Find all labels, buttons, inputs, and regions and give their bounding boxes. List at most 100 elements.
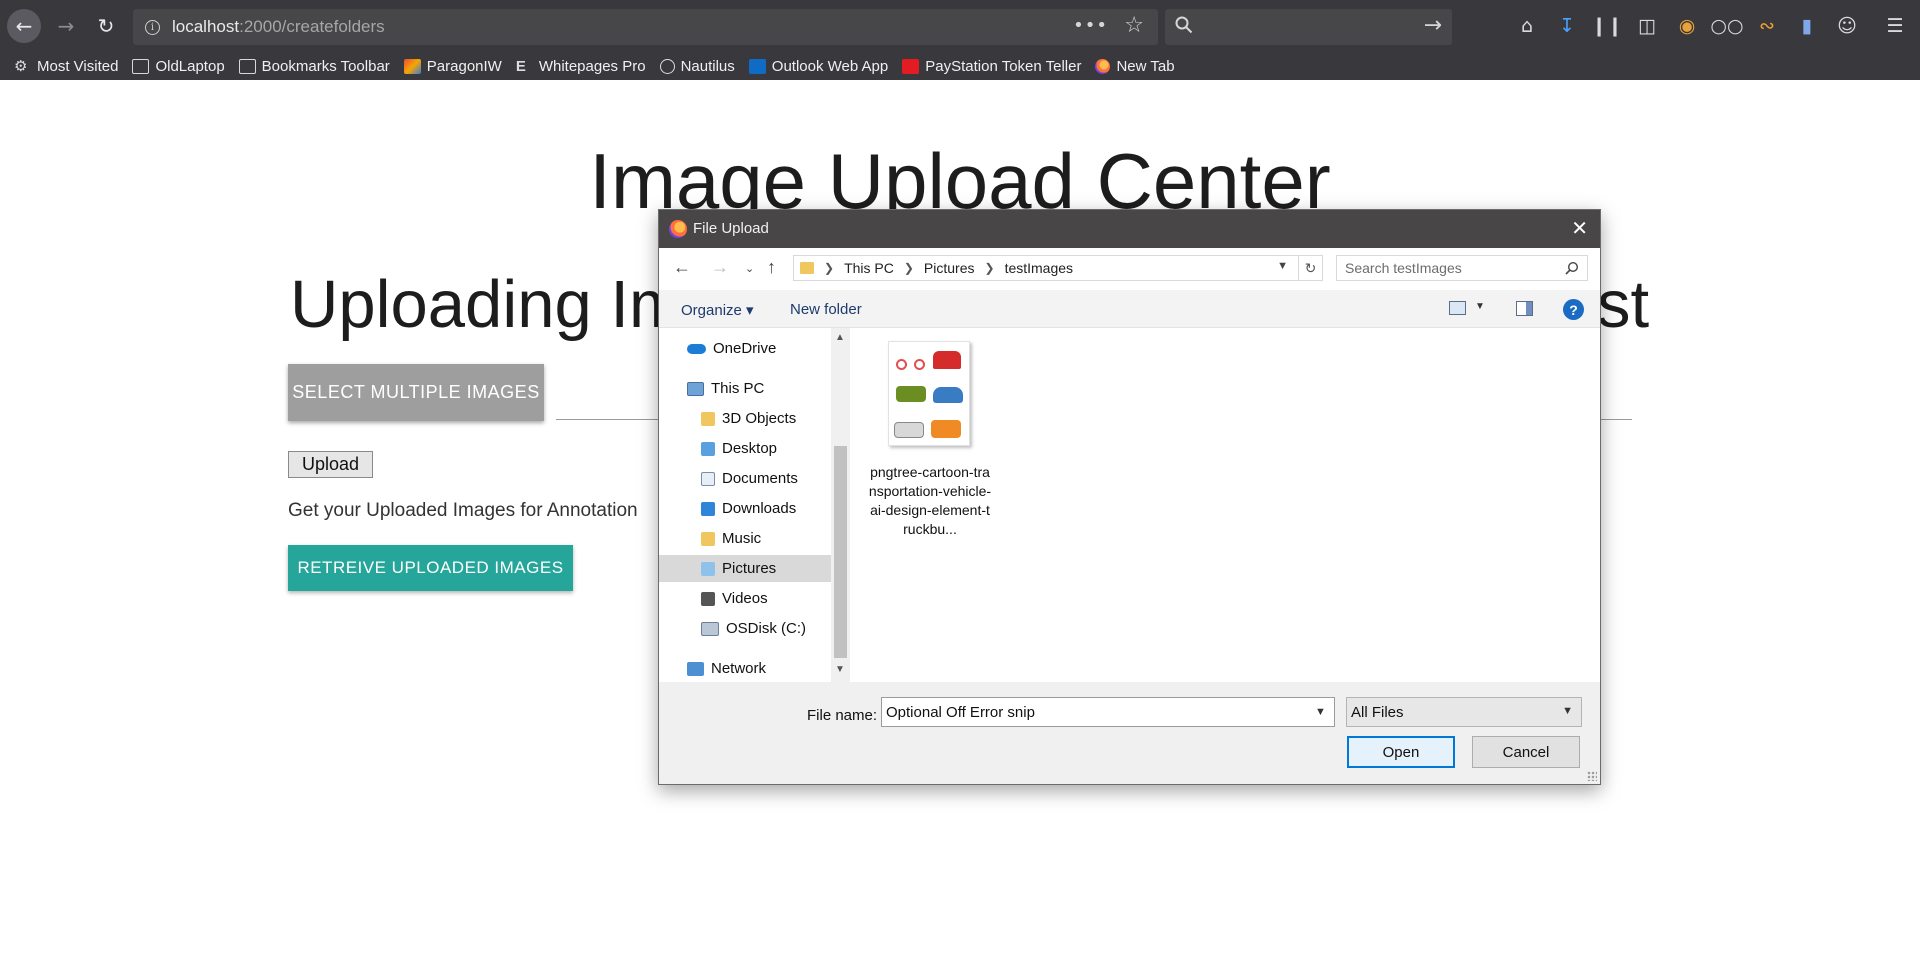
chevron-down-icon[interactable]: ▼: [835, 664, 845, 675]
search-placeholder: Search testImages: [1345, 260, 1462, 276]
retrieve-uploaded-images-button[interactable]: RETREIVE UPLOADED IMAGES: [288, 545, 573, 591]
preview-pane-icon[interactable]: [1516, 301, 1533, 316]
bookmark-most-visited[interactable]: ⚙ Most Visited: [14, 58, 118, 75]
select-multiple-images-button[interactable]: SELECT MULTIPLE IMAGES: [288, 364, 544, 421]
music-folder-icon: [701, 531, 715, 546]
tuktuk-icon: [933, 351, 961, 369]
breadcrumb-testimages[interactable]: testImages: [1005, 260, 1073, 276]
site-info-icon[interactable]: i: [145, 19, 160, 35]
breadcrumb[interactable]: ❯ This PC ❯ Pictures ❯ testImages ▼ ↻: [793, 255, 1323, 281]
url-bar[interactable]: i localhost:2000/createfolders ••• ☆: [133, 9, 1158, 45]
network-icon: [687, 661, 704, 676]
close-icon[interactable]: ✕: [1571, 216, 1588, 241]
back-arrow-icon[interactable]: ←: [673, 257, 691, 278]
url-text[interactable]: localhost:2000/createfolders: [172, 17, 385, 37]
search-go-icon[interactable]: →: [1424, 13, 1442, 38]
menu-hamburger-icon[interactable]: ☰: [1882, 13, 1908, 39]
chevron-right-icon: ❯: [984, 261, 995, 275]
chevron-down-icon[interactable]: ▼: [1315, 706, 1326, 718]
sidebar-icon[interactable]: ◫: [1634, 13, 1660, 39]
nav-item-pictures[interactable]: Pictures: [659, 555, 831, 582]
amazon-icon[interactable]: ∾: [1754, 13, 1780, 39]
bookmark-paystation-token-teller[interactable]: PayStation Token Teller: [902, 58, 1081, 75]
nav-item-documents[interactable]: Documents: [701, 465, 798, 492]
dialog-address-bar: ← → ⌄ ↑ ❯ This PC ❯ Pictures ❯ testImage…: [659, 248, 1600, 290]
chevron-down-icon[interactable]: ▼: [1277, 260, 1288, 272]
account-icon[interactable]: ☺: [1834, 13, 1860, 39]
breadcrumb-this-pc[interactable]: This PC: [844, 260, 894, 276]
bookmark-extension-icon[interactable]: ▮: [1794, 13, 1820, 39]
cancel-button[interactable]: Cancel: [1472, 736, 1580, 768]
paystation-logo-icon: [902, 58, 920, 74]
videos-folder-icon: [701, 591, 715, 606]
refresh-icon[interactable]: ↻: [1298, 256, 1322, 280]
bookmark-paragoniw[interactable]: ParagonIW: [403, 58, 502, 75]
breadcrumb-pictures[interactable]: Pictures: [924, 260, 975, 276]
nav-item-videos[interactable]: Videos: [701, 585, 768, 612]
nav-item-osdisk[interactable]: OSDisk (C:): [701, 615, 806, 642]
resize-grip-icon[interactable]: [1587, 771, 1597, 781]
file-name-field-label: File name:: [807, 707, 878, 724]
bookmark-outlook-web-app[interactable]: Outlook Web App: [748, 58, 888, 75]
desktop-folder-icon: [701, 441, 715, 456]
bookmark-star-icon[interactable]: ☆: [1124, 13, 1144, 38]
reload-button[interactable]: ↻: [89, 9, 123, 43]
bookmark-whitepages-pro[interactable]: E Whitepages Pro: [516, 58, 646, 75]
forward-button[interactable]: →: [49, 9, 83, 43]
whitepages-logo-icon: E: [515, 57, 526, 75]
page-subtitle-end: st: [1597, 267, 1650, 342]
nav-item-onedrive[interactable]: OneDrive: [687, 335, 776, 362]
file-name-input[interactable]: [881, 697, 1335, 727]
download-icon[interactable]: ↧: [1554, 13, 1580, 39]
up-arrow-icon[interactable]: ↑: [767, 257, 776, 278]
bookmark-oldlaptop[interactable]: OldLaptop: [132, 58, 225, 75]
new-folder-button[interactable]: New folder: [790, 301, 862, 318]
scrollbar-thumb[interactable]: [834, 446, 847, 658]
navigation-pane: OneDrive This PC 3D Objects Desktop Docu…: [659, 328, 832, 682]
page-actions-icon[interactable]: •••: [1073, 15, 1108, 36]
chevron-down-icon: ▼: [1562, 705, 1573, 717]
organize-menu[interactable]: Organize ▾: [681, 301, 754, 319]
dialog-titlebar[interactable]: File Upload ✕: [659, 210, 1600, 248]
help-icon[interactable]: ?: [1563, 299, 1584, 320]
3d-objects-icon: [701, 411, 715, 426]
nav-item-network[interactable]: Network: [687, 655, 766, 682]
chevron-up-icon[interactable]: ▲: [835, 332, 845, 343]
nav-pane-scrollbar[interactable]: ▲ ▼: [831, 328, 850, 682]
nav-item-3d-objects[interactable]: 3D Objects: [701, 405, 796, 432]
chevron-right-icon: ❯: [824, 261, 835, 275]
open-button[interactable]: Open: [1347, 736, 1455, 768]
library-icon[interactable]: ❙❙: [1591, 13, 1623, 39]
outlook-logo-icon: [748, 58, 766, 74]
image-thumbnail[interactable]: [888, 341, 970, 446]
car-icon: [933, 387, 963, 403]
nav-item-downloads[interactable]: Downloads: [701, 495, 796, 522]
bookmark-new-tab[interactable]: New Tab: [1095, 58, 1175, 75]
change-view-icon[interactable]: [1449, 301, 1466, 315]
home-icon[interactable]: ⌂: [1514, 13, 1540, 39]
extension-monkey-icon[interactable]: ◉: [1674, 13, 1700, 39]
bookmark-bookmarks-toolbar[interactable]: Bookmarks Toolbar: [238, 58, 390, 75]
chevron-down-icon[interactable]: ▼: [1475, 301, 1485, 312]
file-type-select[interactable]: All Files ▼: [1346, 697, 1582, 727]
nav-item-desktop[interactable]: Desktop: [701, 435, 777, 462]
file-upload-dialog: File Upload ✕ ← → ⌄ ↑ ❯ This PC ❯ Pictur…: [658, 209, 1601, 785]
nav-item-this-pc[interactable]: This PC: [687, 375, 764, 402]
file-name-label[interactable]: pngtree-cartoon-transportation-vehicle-a…: [868, 463, 992, 539]
recent-locations-chevron-icon[interactable]: ⌄: [745, 262, 754, 275]
reader-glasses-icon[interactable]: ○○: [1710, 13, 1743, 39]
upload-button[interactable]: Upload: [288, 451, 373, 478]
jeep-icon: [896, 386, 926, 402]
nav-item-music[interactable]: Music: [701, 525, 761, 552]
bookmark-nautilus[interactable]: Nautilus: [659, 58, 735, 75]
pictures-folder-icon: [701, 561, 715, 576]
forward-arrow-icon[interactable]: →: [711, 257, 729, 278]
search-bar[interactable]: →: [1165, 9, 1452, 45]
bicycle-icon: [896, 353, 928, 371]
firefox-logo-icon: [1095, 58, 1111, 74]
back-button[interactable]: ←: [7, 9, 41, 43]
browser-chrome: ← → ↻ i localhost:2000/createfolders •••…: [0, 0, 1920, 80]
drive-icon: [701, 621, 719, 636]
dialog-footer: File name: ▼ All Files ▼ Open Cancel: [659, 682, 1600, 784]
search-input[interactable]: Search testImages: [1336, 255, 1588, 281]
